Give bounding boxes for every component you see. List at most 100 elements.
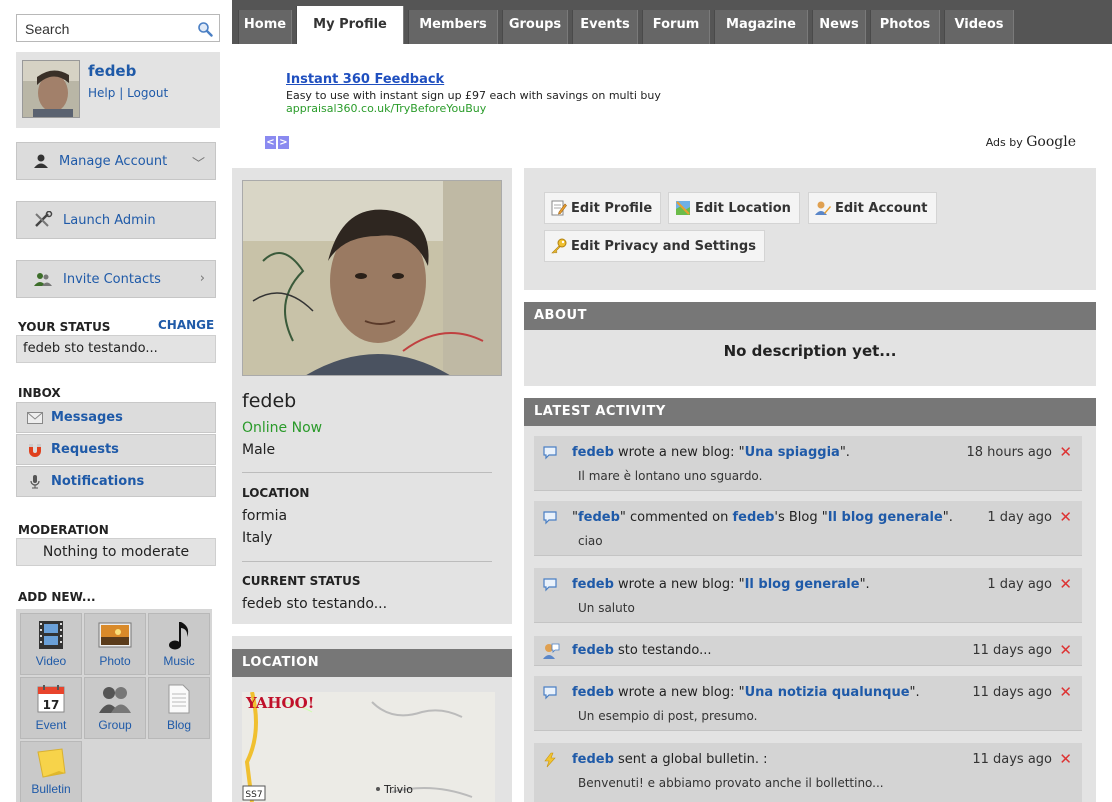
add-music-button[interactable]: Music (148, 613, 210, 675)
edit-location-button[interactable]: Edit Location (668, 192, 800, 224)
link-separator: | (119, 86, 124, 100)
activity-target-link[interactable]: Una spiaggia (745, 445, 840, 460)
delete-icon[interactable]: ✕ (1059, 575, 1072, 593)
edit-profile-button[interactable]: Edit Profile (544, 192, 662, 224)
search-placeholder: Search (25, 21, 70, 37)
latest-activity: LATEST ACTIVITY fedeb wrote a new blog: … (524, 398, 1096, 802)
activity-user-link[interactable]: fedeb (578, 510, 620, 525)
user-icon (33, 153, 49, 169)
add-event-button[interactable]: 17 Event (20, 677, 82, 739)
add-group-button[interactable]: Group (84, 677, 146, 739)
activity-target-link[interactable]: Una notizia qualunque (745, 685, 910, 700)
logout-link[interactable]: Logout (127, 86, 168, 100)
invite-contacts-button[interactable]: Invite Contacts › (16, 260, 216, 298)
activity-user-link[interactable]: fedeb (572, 445, 614, 460)
activity-text: "fedeb" commented on fedeb's Blog "Il bl… (572, 510, 953, 525)
user-name-link[interactable]: fedeb (88, 62, 136, 80)
user-edit-icon (815, 200, 831, 216)
ads-by-google[interactable]: Ads by Google (986, 134, 1076, 150)
activity-verb: wrote a new blog: " (613, 685, 745, 700)
edit-privacy-button[interactable]: Edit Privacy and Settings (544, 230, 765, 262)
add-photo-button[interactable]: Photo (84, 613, 146, 675)
add-bulletin-button[interactable]: Bulletin (20, 741, 82, 802)
manage-account-label: Manage Account (59, 153, 168, 169)
tab-magazine[interactable]: Magazine (714, 10, 808, 44)
inbox-notifications-label: Notifications (51, 474, 145, 489)
profile-country: Italy (242, 530, 273, 546)
ad-prev-arrow-icon[interactable]: < (265, 136, 276, 149)
delete-icon[interactable]: ✕ (1059, 683, 1072, 701)
activity-target-link[interactable]: Il blog generale (828, 510, 943, 525)
profile-photo[interactable] (242, 180, 502, 376)
activity-owner-link[interactable]: fedeb (732, 510, 774, 525)
edit-account-button[interactable]: Edit Account (808, 192, 937, 224)
activity-text: fedeb wrote a new blog: "Il blog general… (572, 577, 870, 592)
activity-verb: sent a global bulletin. : (613, 752, 768, 767)
activity-item: "fedeb" commented on fedeb's Blog "Il bl… (534, 501, 1082, 556)
tab-home[interactable]: Home (238, 10, 292, 44)
ad-pager: < > (265, 136, 289, 149)
avatar[interactable] (22, 60, 80, 118)
tab-events[interactable]: Events (572, 10, 638, 44)
group-icon (85, 682, 145, 716)
sticky-note-icon (21, 746, 81, 780)
delete-icon[interactable]: ✕ (1059, 508, 1072, 526)
activity-user-link[interactable]: fedeb (572, 577, 614, 592)
chevron-right-icon: › (199, 271, 205, 286)
location-box: LOCATION YAHOO! SS7 Trivio (232, 636, 512, 802)
activity-user-link[interactable]: fedeb (572, 643, 614, 658)
activity-text: fedeb wrote a new blog: "Una notizia qua… (572, 685, 920, 700)
delete-icon[interactable]: ✕ (1059, 443, 1072, 461)
activity-verb: sto testando... (613, 643, 712, 658)
inbox-requests[interactable]: Requests (16, 434, 216, 465)
tab-news[interactable]: News (812, 10, 866, 44)
delete-icon[interactable]: ✕ (1059, 641, 1072, 659)
add-video-button[interactable]: Video (20, 613, 82, 675)
manage-account-button[interactable]: Manage Account ﹀ (16, 142, 216, 180)
status-box[interactable]: fedeb sto testando... (16, 335, 216, 363)
help-link[interactable]: Help (88, 86, 115, 100)
add-group-label: Group (98, 718, 132, 732)
activity-user-link[interactable]: fedeb (572, 685, 614, 700)
delete-icon[interactable]: ✕ (1059, 750, 1072, 768)
ad-title-link[interactable]: Instant 360 Feedback (286, 72, 444, 87)
status-update-icon (542, 642, 560, 664)
about-heading: ABOUT (524, 302, 1096, 330)
user-panel: fedeb Help | Logout (16, 52, 220, 128)
activity-suffix: ". (839, 445, 850, 460)
profile-city: formia (242, 508, 288, 524)
speech-bubble-icon (542, 510, 558, 530)
tab-my-profile[interactable]: My Profile (296, 6, 404, 44)
add-blog-button[interactable]: Blog (148, 677, 210, 739)
activity-text: fedeb sto testando... (572, 643, 712, 658)
ad-next-arrow-icon[interactable]: > (278, 136, 289, 149)
ad-banner: Instant 360 Feedback Easy to use with in… (232, 44, 1112, 156)
tab-members[interactable]: Members (408, 10, 498, 44)
ad-url[interactable]: appraisal360.co.uk/TryBeforeYouBuy (286, 102, 486, 115)
activity-target-link[interactable]: Il blog generale (745, 577, 860, 592)
inbox-messages[interactable]: Messages (16, 402, 216, 433)
launch-admin-button[interactable]: Launch Admin (16, 201, 216, 239)
search-input[interactable]: Search (16, 14, 220, 42)
tab-videos[interactable]: Videos (944, 10, 1014, 44)
activity-verb: wrote a new blog: " (613, 577, 745, 592)
activity-timestamp: 18 hours ago (966, 445, 1052, 460)
tab-forum[interactable]: Forum (642, 10, 710, 44)
tab-photos[interactable]: Photos (870, 10, 940, 44)
inbox-notifications[interactable]: Notifications (16, 466, 216, 497)
envelope-icon (27, 411, 43, 424)
launch-admin-label: Launch Admin (63, 212, 156, 228)
film-icon (21, 618, 81, 652)
activity-user-link[interactable]: fedeb (572, 752, 614, 767)
search-icon[interactable] (197, 21, 213, 41)
edit-document-icon (551, 200, 567, 216)
tab-groups[interactable]: Groups (502, 10, 568, 44)
location-box-heading: LOCATION (232, 649, 512, 677)
edit-privacy-label: Edit Privacy and Settings (571, 238, 756, 254)
microphone-icon (27, 474, 43, 490)
location-map[interactable]: YAHOO! SS7 Trivio (242, 692, 495, 802)
activity-suffix: ". (942, 510, 953, 525)
document-icon (149, 682, 209, 716)
change-status-link[interactable]: CHANGE (158, 318, 214, 332)
speech-bubble-icon (542, 685, 558, 705)
